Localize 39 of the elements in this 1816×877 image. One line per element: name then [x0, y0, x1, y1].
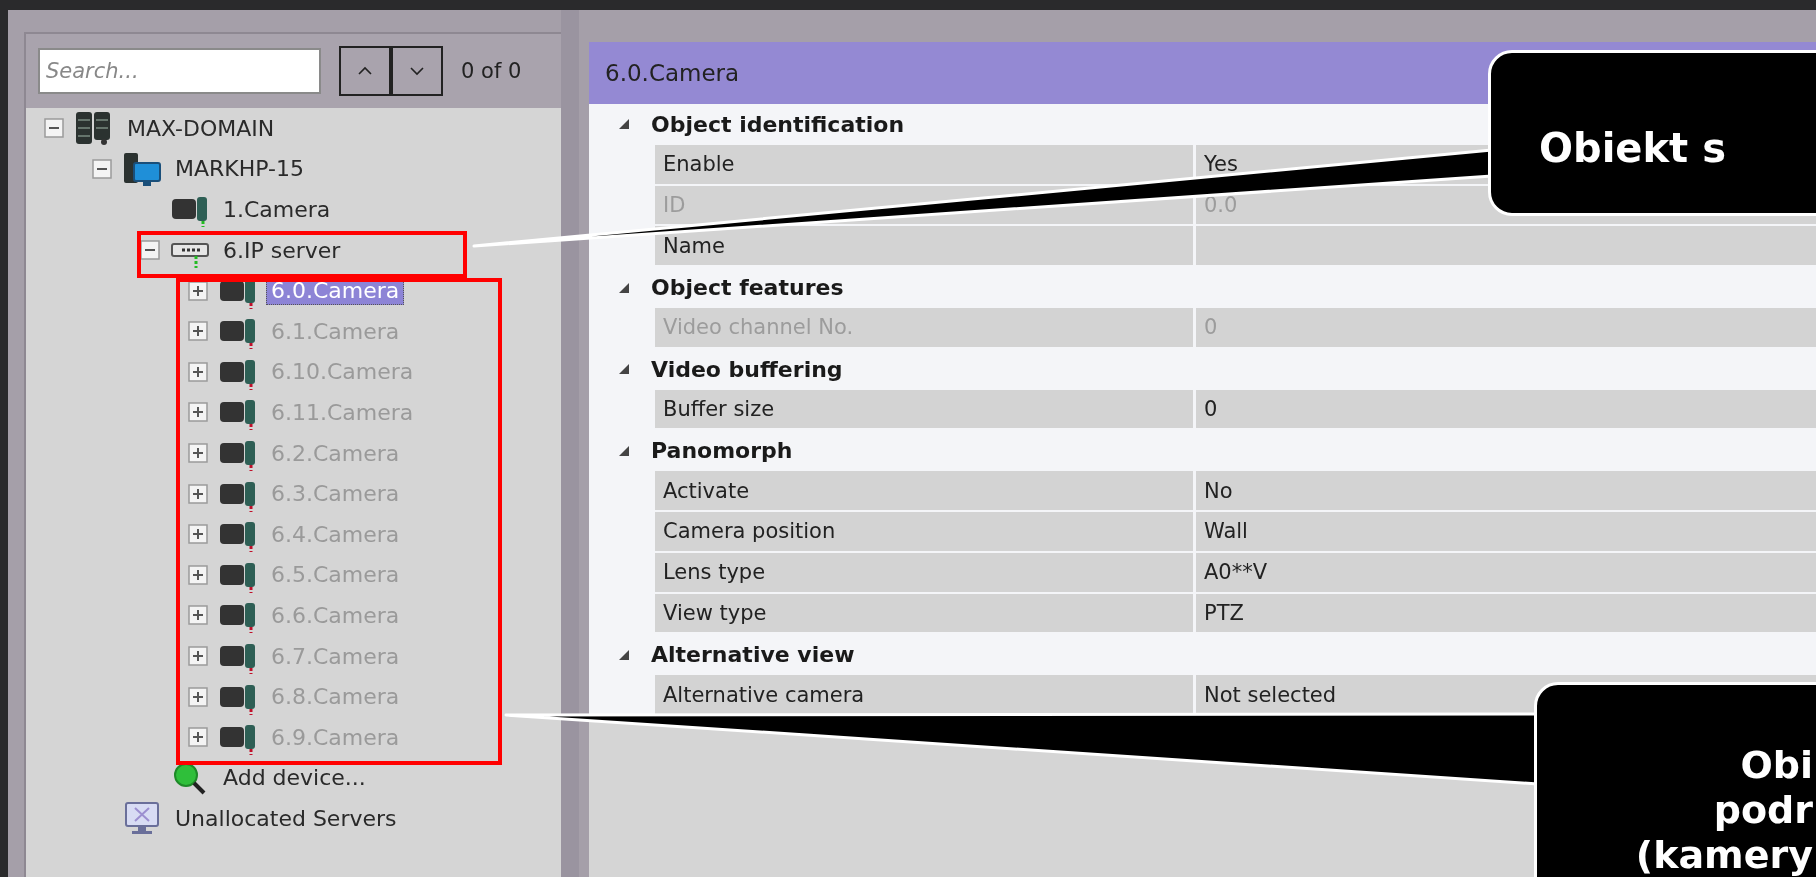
group-title: Video buffering — [651, 356, 843, 382]
search-field[interactable]: Search... — [38, 48, 321, 94]
collapse-triangle-icon[interactable] — [617, 362, 631, 377]
property-value[interactable]: 0 — [1196, 389, 1816, 429]
property-label: Name — [655, 226, 1193, 266]
previous-button[interactable] — [339, 46, 391, 96]
group-title: Object features — [651, 275, 844, 301]
property-label: Activate — [655, 471, 1193, 510]
match-count: 0 of 0 — [461, 59, 522, 83]
next-button[interactable] — [391, 46, 443, 96]
computer-icon — [122, 150, 162, 187]
property-label: View type — [655, 593, 1193, 633]
property-value[interactable]: No — [1196, 471, 1816, 510]
tree-item[interactable]: MAX-DOMAIN — [122, 113, 280, 143]
monitor-icon — [122, 800, 162, 837]
tree-toggle[interactable] — [92, 158, 112, 179]
group-title: Alternative view — [651, 642, 855, 668]
group-title: Object identification — [651, 111, 905, 137]
group-title: Panomorph — [651, 438, 793, 464]
tree-item[interactable]: Unallocated Servers — [170, 803, 402, 833]
tree-item[interactable]: Add device... — [218, 763, 371, 793]
callout-text: Obiekt s — [1539, 125, 1726, 171]
collapse-triangle-icon[interactable] — [617, 117, 631, 132]
property-value[interactable]: PTZ — [1196, 593, 1816, 633]
property-value[interactable]: A0**V — [1196, 552, 1816, 592]
property-value[interactable]: Wall — [1196, 511, 1816, 551]
property-label: Alternative camera — [655, 675, 1193, 714]
caret-down-icon — [409, 66, 425, 76]
caret-up-icon — [357, 66, 373, 76]
property-label: Lens type — [655, 552, 1193, 592]
callout-text: Obi podr (kamery — [1635, 743, 1813, 877]
tree-item[interactable]: 6.IP server — [218, 235, 346, 265]
tree-item[interactable]: 1.Camera — [218, 195, 336, 224]
property-label: Buffer size — [655, 389, 1193, 429]
property-label: Camera position — [655, 511, 1193, 551]
tree-toggle[interactable] — [140, 240, 160, 261]
property-label: Enable — [655, 144, 1193, 184]
tree-item[interactable]: MARKHP-15 — [170, 154, 309, 184]
tree-toggle[interactable] — [44, 118, 64, 139]
